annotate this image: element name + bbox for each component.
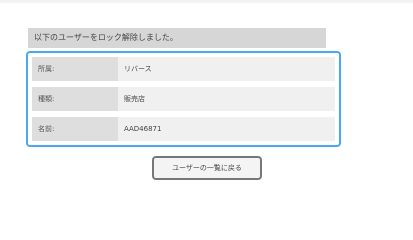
unlock-confirmation-page: 以下のユーザーをロック解除しました。 所属: リバース 種類: 販売店 名前: … — [0, 0, 413, 210]
detail-row-type: 種類: 販売店 — [32, 87, 335, 111]
unlocked-user-details: 所属: リバース 種類: 販売店 名前: AAD46871 — [26, 51, 341, 147]
affiliation-value: リバース — [124, 65, 152, 73]
detail-row-affiliation: 所属: リバース — [32, 57, 335, 81]
affiliation-label: 所属: — [32, 57, 118, 81]
back-to-user-list-button[interactable]: ユーザーの一覧に戻る — [152, 156, 262, 180]
unlock-success-message: 以下のユーザーをロック解除しました。 — [28, 28, 326, 48]
type-value: 販売店 — [124, 95, 145, 103]
name-label: 名前: — [32, 117, 118, 141]
name-value: AAD46871 — [124, 125, 162, 133]
top-divider — [0, 0, 413, 3]
detail-row-name: 名前: AAD46871 — [32, 117, 335, 141]
type-label: 種類: — [32, 87, 118, 111]
